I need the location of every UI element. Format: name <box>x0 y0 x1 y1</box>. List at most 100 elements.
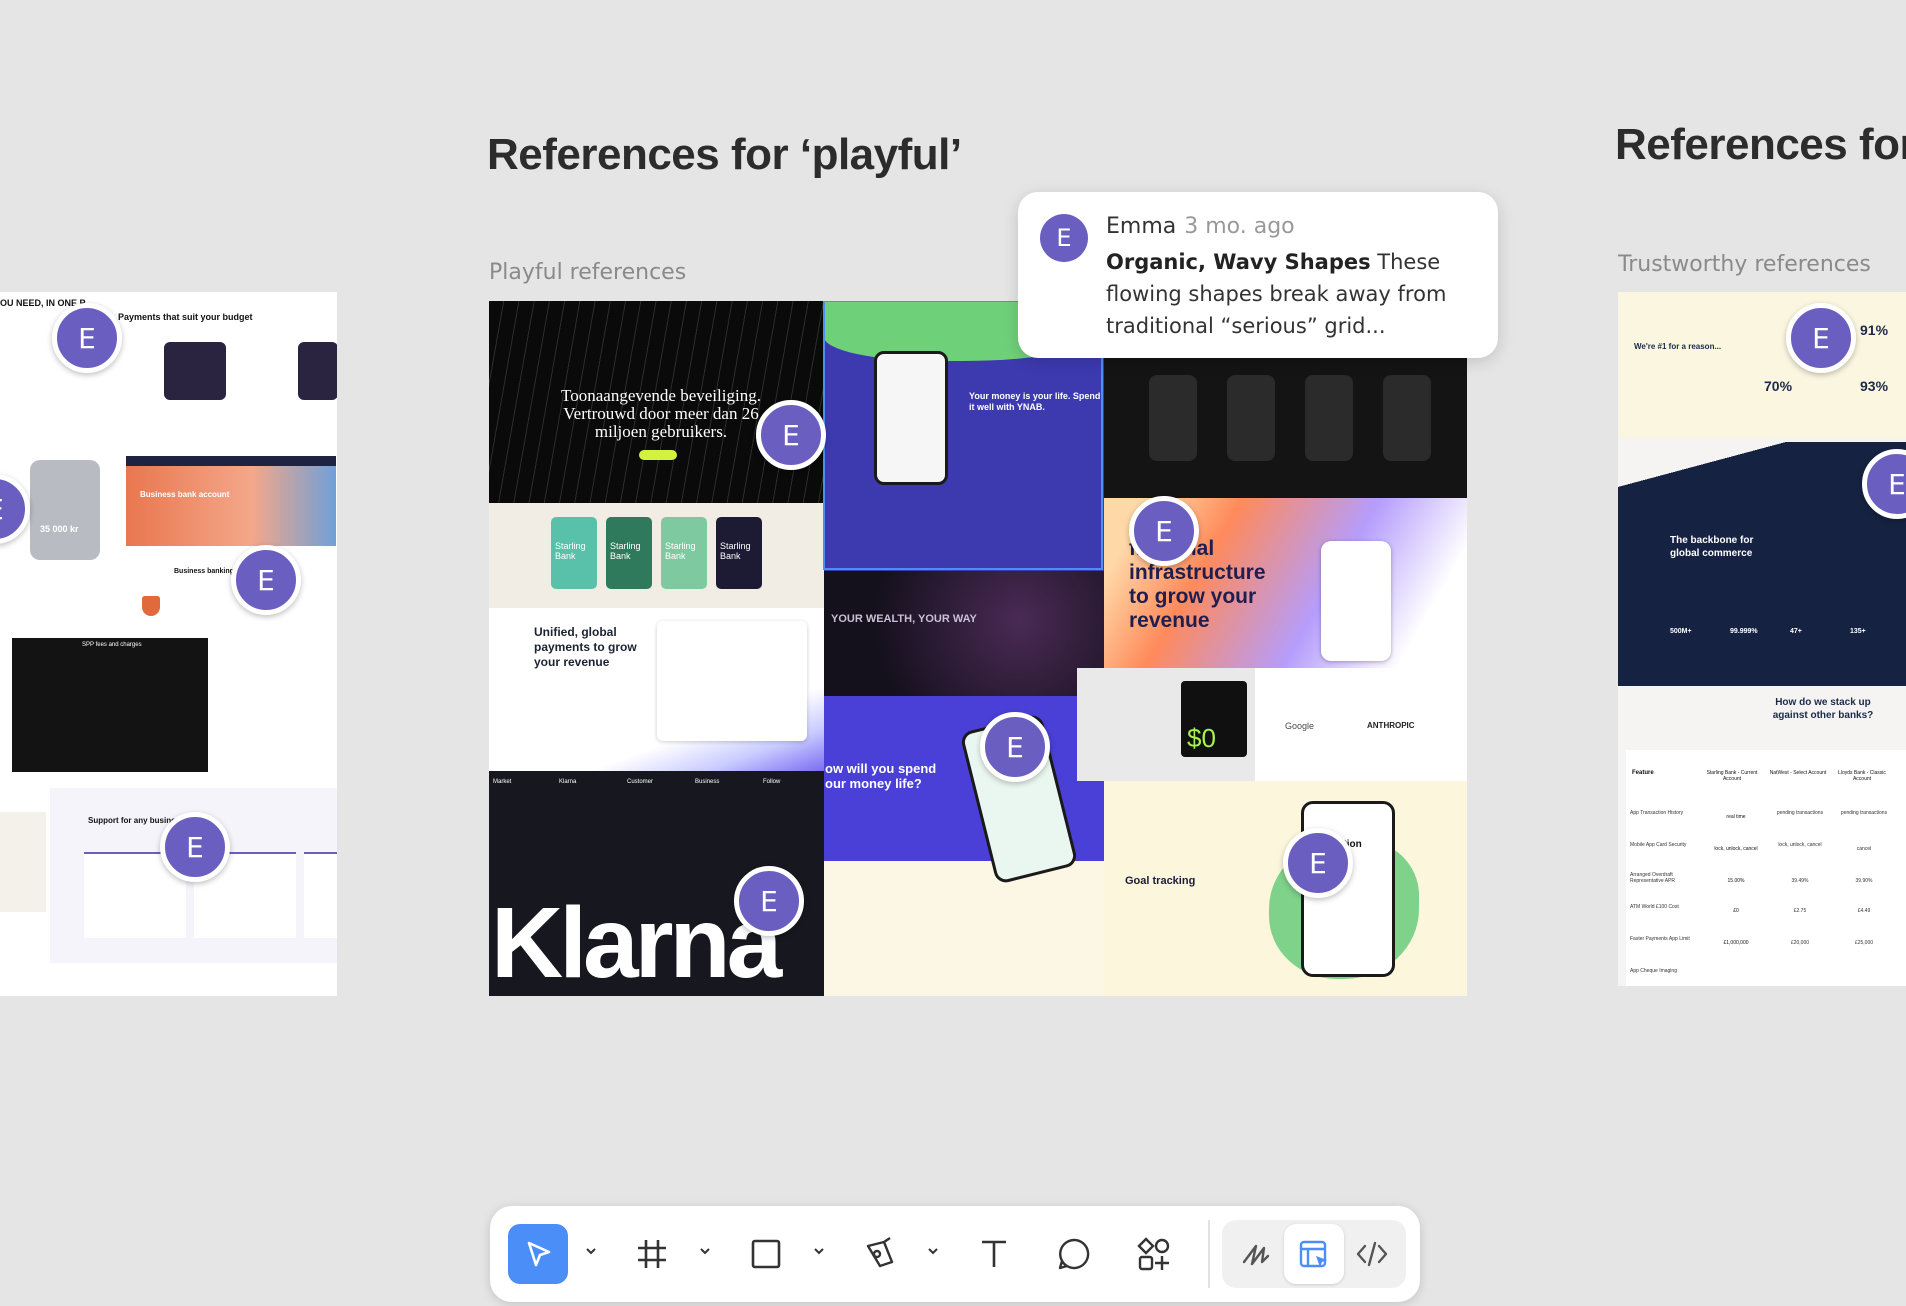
comment-avatar-8[interactable]: E <box>734 866 804 936</box>
price-text: 35 000 kr <box>40 524 79 534</box>
table-row-label: Mobile App Card Security <box>1630 842 1687 848</box>
comparison-table <box>1626 750 1906 986</box>
text-t-icon <box>982 1240 1006 1267</box>
stat-70: 70% <box>1764 378 1793 394</box>
payments-title: Payments that suit your budget <box>118 312 253 322</box>
klarna-footer-col-2: Klarna <box>559 779 577 785</box>
dark-phone-1 <box>1149 375 1197 461</box>
chevron-down-icon[interactable] <box>584 1244 598 1258</box>
card-label-2: Starling Bank <box>610 541 641 561</box>
toolbar-divider <box>1208 1220 1210 1288</box>
figure-4: 135+ <box>1850 628 1866 635</box>
section-title-playful: References for ‘playful’ <box>487 130 962 179</box>
left-strip <box>0 812 46 912</box>
reason-section <box>1618 292 1906 438</box>
figure-3: 47+ <box>1790 628 1802 635</box>
design-mode-button[interactable] <box>1284 1224 1344 1284</box>
comment-header: Emma 3 mo. ago <box>1106 214 1295 239</box>
text-tool-button[interactable] <box>964 1224 1024 1284</box>
card-label-3: Starling Bank <box>665 541 696 561</box>
comment-tool-button[interactable] <box>1044 1224 1104 1284</box>
table-cell: 39.49% <box>1791 878 1809 884</box>
pen-tool-button[interactable] <box>850 1224 910 1284</box>
table-cell: £2.75 <box>1793 908 1807 914</box>
comment-body: Organic, Wavy Shapes These flowing shape… <box>1106 246 1476 342</box>
dev-mode-button[interactable] <box>1342 1224 1402 1284</box>
comment-heading: Organic, Wavy Shapes <box>1106 250 1371 274</box>
comment-avatar-6[interactable]: E <box>1129 496 1199 566</box>
business-bank-banner <box>126 456 336 546</box>
klarna-footer-col-1: Market <box>493 779 512 785</box>
dark-phone-2 <box>1227 375 1275 461</box>
backbone-title: The backbone for global commerce <box>1670 535 1754 559</box>
table-head-feature: Feature <box>1632 770 1654 776</box>
table-cell: 39.90% <box>1855 878 1873 884</box>
comment-popup[interactable]: E Emma 3 mo. ago Organic, Wavy Shapes The… <box>1018 192 1498 358</box>
comment-avatar-4[interactable]: E <box>160 812 230 882</box>
comment-avatar-10[interactable]: E <box>1786 303 1856 373</box>
stripe-phone <box>1321 541 1391 661</box>
chevron-down-icon[interactable] <box>812 1244 826 1258</box>
draw-mode-button[interactable] <box>1226 1224 1286 1284</box>
dollar-text: $0 <box>1187 723 1216 753</box>
card-label-1: Starling Bank <box>555 541 586 561</box>
move-tool-button[interactable] <box>508 1224 568 1284</box>
table-head-starling: Starling Bank - Current Account <box>1706 770 1758 782</box>
wealth-tile <box>824 571 1104 696</box>
table-head-lloyds: Lloyds Bank - Classic Account <box>1838 770 1886 782</box>
table-row-label: Arranged Overdraft Representative APR <box>1630 872 1676 884</box>
anthropic-logo: ANTHROPIC <box>1367 721 1415 730</box>
stack-title: How do we stack up against other banks? <box>1772 697 1874 721</box>
reason-title: We're #1 for a reason... <box>1634 342 1722 351</box>
payment-card-dark <box>164 342 226 400</box>
rectangle-icon <box>751 1239 781 1269</box>
phone-screenshot <box>30 460 100 560</box>
figure-2: 99.999% <box>1730 628 1758 635</box>
frame-label-trustworthy[interactable]: Trustworthy references <box>1618 252 1871 277</box>
support-card-3 <box>304 852 337 938</box>
dark-phone-4 <box>1383 375 1431 461</box>
klarna-footer-col-5: Follow <box>763 779 781 785</box>
frame-label-playful[interactable]: Playful references <box>489 260 686 285</box>
left-reference-board[interactable]: OU NEED, IN ONE P Payments that suit you… <box>0 292 337 996</box>
frame-tool-button[interactable] <box>622 1224 682 1284</box>
table-cell: lock, unlock, cancel <box>1778 842 1822 848</box>
code-brackets-icon <box>1356 1241 1388 1267</box>
table-cell: real time <box>1726 814 1746 820</box>
chevron-down-icon[interactable] <box>698 1244 712 1258</box>
comment-author-avatar: E <box>1040 214 1088 262</box>
cursor-arrow-icon <box>527 1241 551 1267</box>
stat-91: 91% <box>1860 322 1889 338</box>
trustworthy-reference-board[interactable]: We're #1 for a reason... 91% 70% 93% The… <box>1618 292 1906 986</box>
comment-avatar-3[interactable]: E <box>231 545 301 615</box>
chevron-down-icon[interactable] <box>926 1244 940 1258</box>
table-row-label: App Transaction History <box>1630 810 1684 816</box>
table-cell: 15.00% <box>1727 878 1745 884</box>
table-cell: £4.49 <box>1857 908 1871 914</box>
frame-hash-icon <box>638 1240 666 1268</box>
shape-tool-button[interactable] <box>736 1224 796 1284</box>
components-tool-button[interactable] <box>1124 1224 1184 1284</box>
spp-fees-table <box>12 638 208 772</box>
comment-author: Emma <box>1106 214 1177 239</box>
google-logo: Google <box>1285 721 1315 731</box>
table-cell: cancel <box>1856 846 1872 852</box>
security-text: Toonaangevende beveiliging. Vertrouwd do… <box>561 386 761 441</box>
mode-switcher <box>1222 1220 1406 1288</box>
comment-avatar-7[interactable]: E <box>980 712 1050 782</box>
table-row-label: Faster Payments App Limit <box>1630 936 1690 942</box>
comment-avatar-9[interactable]: E <box>1283 828 1353 898</box>
payment-card-green <box>298 342 337 400</box>
business-bank-title: Business bank account <box>140 490 230 499</box>
dark-phone-3 <box>1305 375 1353 461</box>
comment-time: 3 mo. ago <box>1184 214 1295 239</box>
spend-text: ow will you spend our money life? <box>825 761 937 791</box>
comment-avatar-5[interactable]: E <box>756 400 826 470</box>
unified-text: Unified, global payments to grow your re… <box>534 625 637 669</box>
comment-avatar-1[interactable]: E <box>52 303 122 373</box>
wealth-text: YOUR WEALTH, YOUR WAY <box>831 613 977 625</box>
scribble-icon <box>1242 1244 1270 1266</box>
business-topbar <box>126 456 336 466</box>
klarna-footer-col-4: Business <box>695 779 720 785</box>
table-cell: £1,000,000 <box>1723 940 1749 946</box>
